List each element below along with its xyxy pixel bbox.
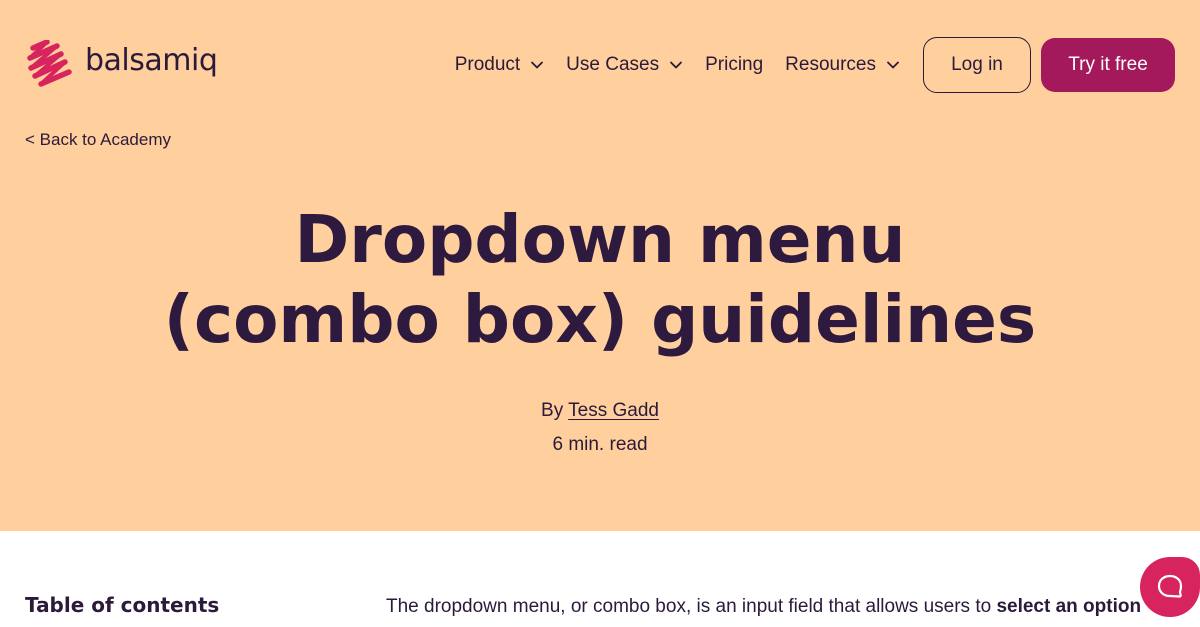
chat-launcher-button[interactable] — [1140, 557, 1200, 617]
nav-pricing-label: Pricing — [705, 54, 764, 75]
chevron-down-icon — [887, 61, 899, 69]
nav-use-cases-label: Use Cases — [566, 54, 660, 75]
page-title-line-1: Dropdown menu — [294, 201, 906, 278]
page-title-line-2: (combo box) guidelines — [163, 281, 1037, 358]
intro-bold-text: select an option — [996, 596, 1142, 617]
nav-product-label: Product — [454, 54, 521, 75]
balsamiq-logo[interactable]: balsamiq — [27, 40, 218, 88]
nav-resources[interactable]: Resources — [785, 54, 900, 76]
login-button[interactable]: Log in — [923, 37, 1031, 93]
chevron-down-icon — [531, 61, 544, 69]
intro-text: The dropdown menu, or combo box, is an i… — [386, 596, 997, 617]
chat-bubble-icon — [1157, 574, 1183, 598]
intro-paragraph: The dropdown menu, or combo box, is an i… — [386, 596, 1200, 618]
balsamiq-scribble-icon — [27, 40, 72, 87]
author-link[interactable]: Tess Gadd — [568, 400, 659, 421]
logo-wordmark: balsamiq — [85, 43, 218, 78]
chevron-down-icon — [670, 61, 682, 69]
nav-use-cases[interactable]: Use Cases — [566, 54, 683, 76]
byline-prefix: By — [541, 400, 564, 421]
try-free-button[interactable]: Try it free — [1041, 38, 1175, 92]
table-of-contents-heading: Table of contents — [25, 593, 220, 617]
nav-resources-label: Resources — [785, 54, 876, 75]
main-nav: Product Use Cases Pricing Resources — [455, 51, 900, 79]
read-time: 6 min. read — [552, 434, 648, 455]
back-to-academy-link[interactable]: < Back to Academy — [25, 130, 171, 150]
page-title: Dropdown menu (combo box) guidelines — [0, 200, 1200, 360]
byline: By Tess Gadd — [0, 400, 1200, 422]
nav-product[interactable]: Product — [455, 54, 544, 76]
nav-pricing[interactable]: Pricing — [705, 54, 763, 76]
